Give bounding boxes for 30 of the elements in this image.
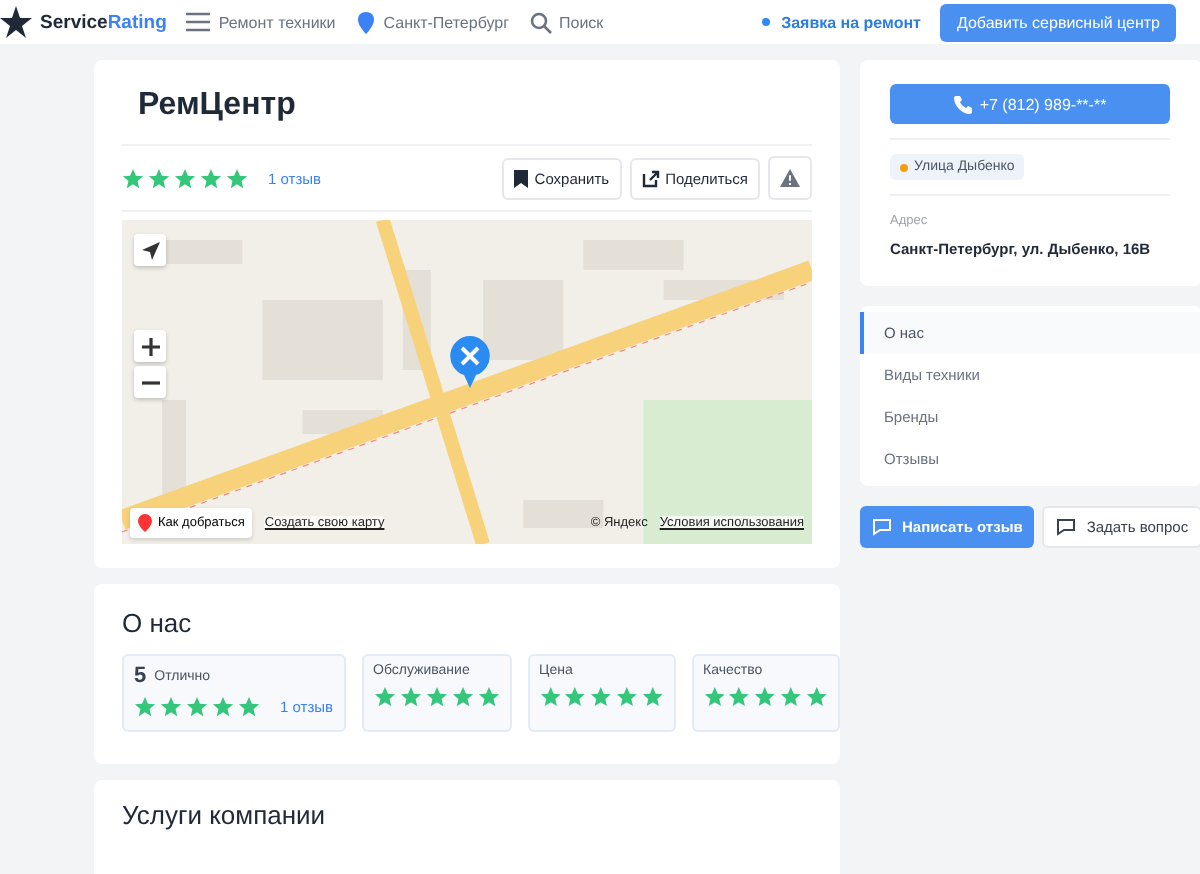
chat-icon	[1056, 518, 1077, 536]
zoom-out-button[interactable]	[134, 366, 166, 398]
service-pin-icon	[450, 336, 490, 388]
plus-icon	[141, 337, 159, 355]
bookmark-icon	[514, 169, 529, 187]
header-nav-link[interactable]: Санкт-Петербург	[355, 11, 510, 33]
section-title: Услуги компании	[122, 800, 328, 830]
navigation-arrow-icon	[141, 241, 159, 259]
header-nav-link[interactable]: Ремонт техники	[186, 12, 336, 32]
pin-icon	[138, 514, 152, 532]
logo-text[interactable]: ServiceRating	[40, 11, 167, 33]
request-link[interactable]: Заявка на ремонт	[781, 13, 921, 31]
location-icon	[355, 11, 376, 33]
company-title: РемЦентр	[138, 88, 298, 124]
section-title: О нас	[122, 608, 194, 638]
score-value: 5	[134, 664, 147, 688]
menu-icon	[186, 12, 211, 32]
phone-button[interactable]: +7 (812) 989-**-**	[890, 84, 1170, 124]
share-icon	[641, 169, 660, 187]
phone-icon	[953, 95, 972, 113]
dot-icon	[761, 18, 770, 26]
search-icon	[529, 11, 552, 33]
locate-button[interactable]	[134, 234, 166, 266]
chat-icon	[872, 518, 892, 536]
warning-icon	[780, 168, 800, 188]
header-nav-link[interactable]: Поиск	[529, 11, 604, 33]
star-logo-icon	[0, 6, 32, 38]
add-center-button[interactable]: Добавить сервисный центр	[940, 3, 1176, 41]
report-button[interactable]	[768, 156, 812, 200]
zoom-in-button[interactable]	[134, 330, 166, 362]
